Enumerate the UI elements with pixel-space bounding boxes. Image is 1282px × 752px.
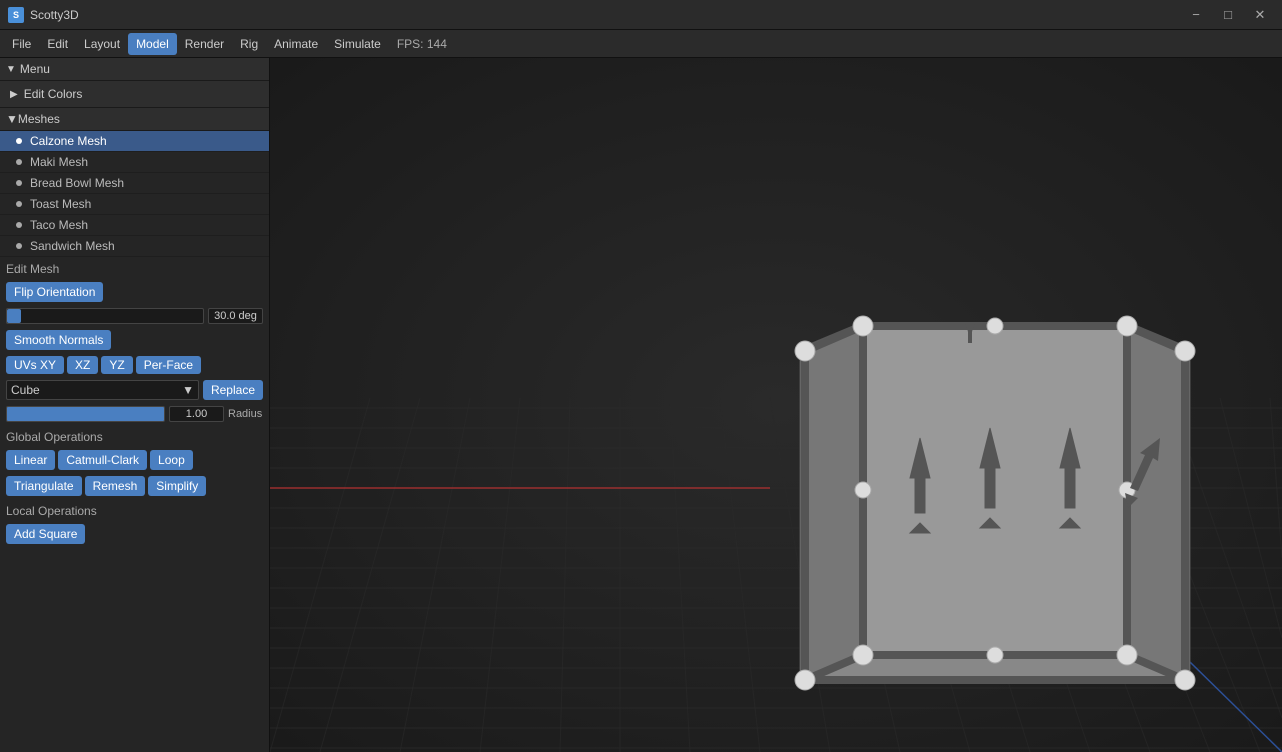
menu-rig[interactable]: Rig: [232, 33, 266, 55]
loop-button[interactable]: Loop: [150, 450, 193, 470]
flip-slider-row: 30.0 deg: [0, 305, 269, 327]
3d-viewport[interactable]: [270, 58, 1282, 752]
mesh-dot-taco: [16, 222, 22, 228]
menu-edit[interactable]: Edit: [39, 33, 76, 55]
mesh-dot-calzone: [16, 138, 22, 144]
mesh-name-toast: Toast Mesh: [30, 197, 91, 211]
catmull-clark-button[interactable]: Catmull-Clark: [58, 450, 147, 470]
meshes-label: Meshes: [18, 112, 60, 126]
menu-file[interactable]: File: [4, 33, 39, 55]
menubar: File Edit Layout Model Render Rig Animat…: [0, 30, 1282, 58]
mesh-name-maki: Maki Mesh: [30, 155, 88, 169]
fps-counter: FPS: 144: [397, 37, 447, 51]
flip-slider-thumb: [7, 309, 21, 323]
minimize-button[interactable]: −: [1182, 4, 1210, 26]
global-ops-label: Global Operations: [0, 425, 269, 447]
uv-btn-xz[interactable]: XZ: [67, 356, 98, 374]
uv-btn-yz[interactable]: YZ: [101, 356, 132, 374]
flip-orientation-button[interactable]: Flip Orientation: [6, 282, 103, 302]
titlebar: S Scotty3D − □ ✕: [0, 0, 1282, 30]
cube-dropdown[interactable]: Cube ▼: [6, 380, 199, 400]
smooth-normals-button[interactable]: Smooth Normals: [6, 330, 111, 350]
global-ops-row2: Triangulate Remesh Simplify: [0, 473, 269, 499]
local-ops-label: Local Operations: [0, 499, 269, 521]
replace-button[interactable]: Replace: [203, 380, 263, 400]
menu-section-header[interactable]: ▼ Menu: [0, 58, 269, 81]
flip-slider[interactable]: [6, 308, 204, 324]
mesh-name-sandwich: Sandwich Mesh: [30, 239, 115, 253]
linear-button[interactable]: Linear: [6, 450, 55, 470]
menu-render[interactable]: Render: [177, 33, 232, 55]
flip-slider-value: 30.0 deg: [208, 308, 263, 324]
cube-dropdown-label: Cube: [11, 383, 40, 397]
add-square-button[interactable]: Add Square: [6, 524, 85, 544]
maximize-button[interactable]: □: [1214, 4, 1242, 26]
radius-value: 1.00: [169, 406, 224, 422]
edit-colors-tri-icon: ▶: [10, 89, 18, 100]
edit-mesh-label: Edit Mesh: [0, 257, 269, 279]
meshes-arrow-icon: ▼: [6, 112, 18, 126]
menu-animate[interactable]: Animate: [266, 33, 326, 55]
edit-colors-button[interactable]: ▶ Edit Colors: [0, 81, 269, 108]
uv-btn-xy[interactable]: UVs XY: [6, 356, 64, 374]
global-ops-row1: Linear Catmull-Clark Loop: [0, 447, 269, 473]
mesh-item-toast[interactable]: Toast Mesh: [0, 194, 269, 215]
mesh-name-calzone: Calzone Mesh: [30, 134, 107, 148]
close-button[interactable]: ✕: [1246, 4, 1274, 26]
mesh-item-maki[interactable]: Maki Mesh: [0, 152, 269, 173]
menu-label: Menu: [20, 62, 50, 76]
window-controls: − □ ✕: [1182, 4, 1274, 26]
radius-label: Radius: [228, 408, 263, 420]
menu-model[interactable]: Model: [128, 33, 177, 55]
remesh-button[interactable]: Remesh: [85, 476, 146, 496]
mesh-dot-breadbowl: [16, 180, 22, 186]
app-icon: S: [8, 7, 24, 23]
mesh-item-calzone[interactable]: Calzone Mesh: [0, 131, 269, 152]
viewport-grid: [270, 58, 1282, 752]
uv-btn-perface[interactable]: Per-Face: [136, 356, 201, 374]
meshes-section-header[interactable]: ▼ Meshes: [0, 108, 269, 131]
app-title: Scotty3D: [30, 8, 1182, 22]
mesh-dot-toast: [16, 201, 22, 207]
mesh-item-breadbowl[interactable]: Bread Bowl Mesh: [0, 173, 269, 194]
cube-replace-row: Cube ▼ Replace: [0, 377, 269, 403]
mesh-name-taco: Taco Mesh: [30, 218, 88, 232]
triangulate-button[interactable]: Triangulate: [6, 476, 82, 496]
mesh-item-taco[interactable]: Taco Mesh: [0, 215, 269, 236]
edit-colors-label: Edit Colors: [24, 87, 83, 101]
sidebar: ▼ Menu ▶ Edit Colors ▼ Meshes Calzone Me…: [0, 58, 270, 752]
mesh-item-sandwich[interactable]: Sandwich Mesh: [0, 236, 269, 257]
menu-arrow-icon: ▼: [6, 64, 16, 75]
uv-buttons-row: UVs XY XZ YZ Per-Face: [0, 353, 269, 377]
menu-simulate[interactable]: Simulate: [326, 33, 389, 55]
cube-dropdown-arrow-icon: ▼: [182, 383, 194, 397]
main-area: ▼ Menu ▶ Edit Colors ▼ Meshes Calzone Me…: [0, 58, 1282, 752]
mesh-dot-maki: [16, 159, 22, 165]
mesh-dot-sandwich: [16, 243, 22, 249]
radius-row: 1.00 Radius: [0, 403, 269, 425]
radius-slider[interactable]: [6, 406, 165, 422]
menu-layout[interactable]: Layout: [76, 33, 128, 55]
simplify-button[interactable]: Simplify: [148, 476, 206, 496]
mesh-name-breadbowl: Bread Bowl Mesh: [30, 176, 124, 190]
